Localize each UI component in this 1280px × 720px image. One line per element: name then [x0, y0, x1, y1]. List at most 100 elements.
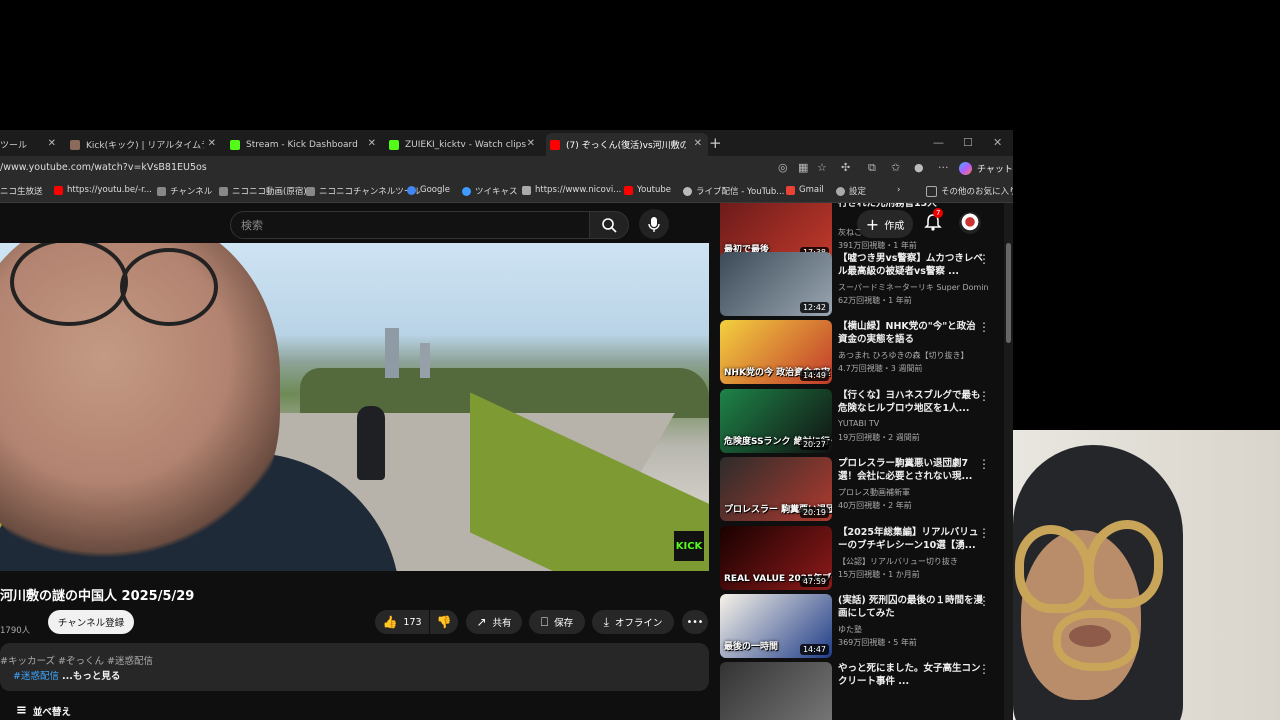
- channel-name[interactable]: スーパードミネーターリキ Super Domin...: [838, 282, 988, 293]
- folder-icon: [926, 185, 937, 197]
- recommended-video[interactable]: 12:42 【嘘つき男vs警察】ムカつきレベル最高級の被疑者vs警察 ... スーパ…: [720, 252, 1005, 316]
- bookmark-item[interactable]: Youtube: [624, 185, 671, 195]
- recommended-title[interactable]: 【嘘つき男vs警察】ムカつきレベル最高級の被疑者vs警察 ...: [838, 252, 984, 278]
- scrollbar-thumb[interactable]: [1006, 243, 1011, 343]
- channel-name[interactable]: 灰ねこ: [838, 227, 988, 238]
- recommended-title[interactable]: 【行くな】ヨハネスブルグで最も危険なヒルブロウ地区を1人...: [838, 389, 984, 415]
- video-duration: 20:27: [799, 439, 829, 450]
- recommended-video[interactable]: NHK党の今 政治資金の実 14:49 【横山緑】NHK党の"今"と政治資金の実態を…: [720, 320, 1005, 384]
- bookmark-folder[interactable]: その他のお気に入り: [926, 185, 1013, 197]
- subscribe-button[interactable]: チャンネル登録: [48, 610, 134, 634]
- more-horizontal-icon: •••: [686, 616, 704, 628]
- recommended-video[interactable]: やっと死にました。女子高生コンクリート事件 ... ⋮: [720, 662, 1005, 720]
- bookmark-item[interactable]: https://www.nicovi...: [522, 185, 621, 195]
- bookmark-item[interactable]: Gmail: [786, 185, 824, 195]
- video-thumbnail[interactable]: プロレスラー 駒糞悪い退団劇7選20:19: [720, 457, 832, 521]
- recommended-title[interactable]: 行された元刑務官13人: [838, 203, 984, 223]
- share-button[interactable]: ↗ 共有: [466, 610, 522, 634]
- voice-search-button[interactable]: [639, 209, 669, 239]
- split-screen-icon[interactable]: ⧉: [868, 161, 876, 175]
- close-icon[interactable]: ✕: [208, 138, 216, 149]
- favorite-star-icon[interactable]: ☆: [817, 161, 827, 174]
- channel-name[interactable]: YUTABI TV: [838, 419, 988, 428]
- sort-button[interactable]: ≡ 並べ替え: [16, 703, 71, 718]
- bookmark-item[interactable]: 設定: [836, 185, 866, 197]
- more-actions-button[interactable]: •••: [682, 610, 708, 634]
- recommended-video[interactable]: 最後の一時間 14:47 (実話) 死刑囚の最後の１時間を漫画にしてみた ゆた塾 369…: [720, 594, 1005, 658]
- recommended-title[interactable]: (実話) 死刑囚の最後の１時間を漫画にしてみた: [838, 594, 984, 620]
- close-icon[interactable]: ✕: [368, 138, 376, 149]
- recommended-title[interactable]: プロレスラー駒糞悪い退団劇7選！会社に必要とされない現...: [838, 457, 984, 483]
- more-menu-icon[interactable]: ···: [938, 161, 949, 174]
- bookmark-item[interactable]: ライブ配信 - YouTub...: [683, 185, 784, 197]
- recommended-title[interactable]: 【2025年総集編】リアルバリューのブチギレシーン10選【湧...: [838, 526, 984, 552]
- apps-icon[interactable]: ▦: [798, 161, 808, 174]
- bookmark-item[interactable]: https://youtu.be/-r...: [54, 185, 152, 195]
- bookmark-item[interactable]: Google: [407, 185, 450, 195]
- more-vertical-icon[interactable]: ⋮: [978, 320, 990, 334]
- channel-name[interactable]: ゆた塾: [838, 624, 988, 635]
- profile-icon[interactable]: ●: [914, 161, 924, 174]
- description-box[interactable]: [0, 643, 709, 691]
- search-button[interactable]: [589, 211, 629, 239]
- channel-name[interactable]: 【公認】リアルバリュー切り抜き: [838, 556, 988, 567]
- video-scene: [385, 328, 399, 378]
- offline-button[interactable]: ⤓ オフライン: [592, 610, 674, 634]
- bookmark-item[interactable]: ニコニコ動画(原宿): [219, 185, 307, 197]
- close-icon[interactable]: ✕: [48, 138, 56, 149]
- show-more-link[interactable]: ...もっと見る: [62, 671, 120, 682]
- video-thumbnail[interactable]: 危険度SSランク 絶対に行く 20:27: [720, 389, 832, 453]
- bookmark-item[interactable]: ツイキャス: [462, 185, 518, 197]
- tab-kick-clips[interactable]: ZUIEKI_kicktv - Watch clips on Kick ✕: [389, 133, 541, 156]
- url-field[interactable]: /www.youtube.com/watch?v=kVsB81EU5os: [0, 162, 207, 173]
- bookmark-item[interactable]: ニコニコチャンネルツール: [306, 185, 421, 197]
- scrollbar[interactable]: [1004, 203, 1013, 720]
- channel-name[interactable]: プロレス動画補新軍: [838, 487, 988, 498]
- video-thumbnail[interactable]: [720, 662, 832, 720]
- chevron-right-icon[interactable]: ›: [897, 185, 900, 195]
- favorites-icon[interactable]: ✩: [891, 161, 900, 174]
- search-input[interactable]: [230, 211, 592, 239]
- dislike-button[interactable]: 👎: [430, 610, 458, 634]
- tab-tools[interactable]: ツール ✕: [0, 133, 62, 156]
- tab-youtube-video[interactable]: (7) ぞっくん(復活)vs河川敷の謎の中国 ✕: [546, 133, 708, 156]
- mail-icon: [522, 185, 531, 195]
- copilot-chat-button[interactable]: チャット: [959, 159, 1013, 177]
- recommended-title[interactable]: 【横山緑】NHK党の"今"と政治資金の実態を語る: [838, 320, 984, 346]
- tab-kick-dashboard[interactable]: Stream - Kick Dashboard ✕: [230, 133, 382, 156]
- more-vertical-icon[interactable]: ⋮: [978, 389, 990, 403]
- video-player[interactable]: KICK: [0, 243, 709, 571]
- recommended-video[interactable]: REAL VALUE 2025年ブチギレ47:59【2025年総集編】リアルバリ…: [720, 526, 1005, 590]
- bookmark-item[interactable]: ニコ生放送: [0, 185, 43, 197]
- more-vertical-icon[interactable]: ⋮: [978, 662, 990, 676]
- video-thumbnail[interactable]: REAL VALUE 2025年ブチギレ47:59: [720, 526, 832, 590]
- video-thumbnail[interactable]: NHK党の今 政治資金の実 14:49: [720, 320, 832, 384]
- more-vertical-icon[interactable]: ⋮: [978, 457, 990, 471]
- more-vertical-icon[interactable]: ⋮: [978, 594, 990, 608]
- recommended-title[interactable]: やっと死にました。女子高生コンクリート事件 ...: [838, 662, 984, 688]
- recommended-video[interactable]: プロレスラー 駒糞悪い退団劇7選20:19プロレスラー駒糞悪い退団劇7選！会社に…: [720, 457, 1005, 521]
- video-thumbnail[interactable]: 12:42: [720, 252, 832, 316]
- close-icon[interactable]: ✕: [694, 138, 702, 149]
- translate-icon[interactable]: ◎: [778, 161, 788, 174]
- extensions-icon[interactable]: ✣: [841, 161, 850, 174]
- more-vertical-icon[interactable]: ⋮: [978, 526, 990, 540]
- tab-kick-ranking[interactable]: Kick(キック) | リアルタイムランキング ✕: [70, 133, 222, 156]
- recommended-video[interactable]: 危険度SSランク 絶対に行く 20:27 【行くな】ヨハネスブルグで最も危険なヒルブ…: [720, 389, 1005, 453]
- more-vertical-icon[interactable]: ⋮: [978, 252, 990, 266]
- bookmarks-bar: ニコ生放送 https://youtu.be/-r... チャンネル ニコニコ動…: [0, 180, 1013, 203]
- window-close-icon[interactable]: ✕: [993, 136, 1002, 149]
- like-button[interactable]: 👍 173: [375, 610, 429, 634]
- description-tag[interactable]: #迷惑配信: [13, 671, 59, 682]
- search-icon: [602, 218, 617, 233]
- new-tab-icon[interactable]: +: [709, 134, 722, 152]
- save-button[interactable]: ⎕ 保存: [529, 610, 585, 634]
- channel-name[interactable]: あつまれ ひろゆきの森【切り抜き】: [838, 350, 988, 361]
- tab-label: ZUIEKI_kicktv - Watch clips on Kick: [405, 139, 527, 150]
- search-placeholder: 検索: [241, 219, 263, 232]
- video-thumbnail[interactable]: 最後の一時間 14:47: [720, 594, 832, 658]
- close-icon[interactable]: ✕: [527, 138, 535, 149]
- minimize-icon[interactable]: —: [933, 136, 944, 149]
- bookmark-item[interactable]: チャンネル: [157, 185, 212, 197]
- maximize-icon[interactable]: ☐: [963, 136, 973, 149]
